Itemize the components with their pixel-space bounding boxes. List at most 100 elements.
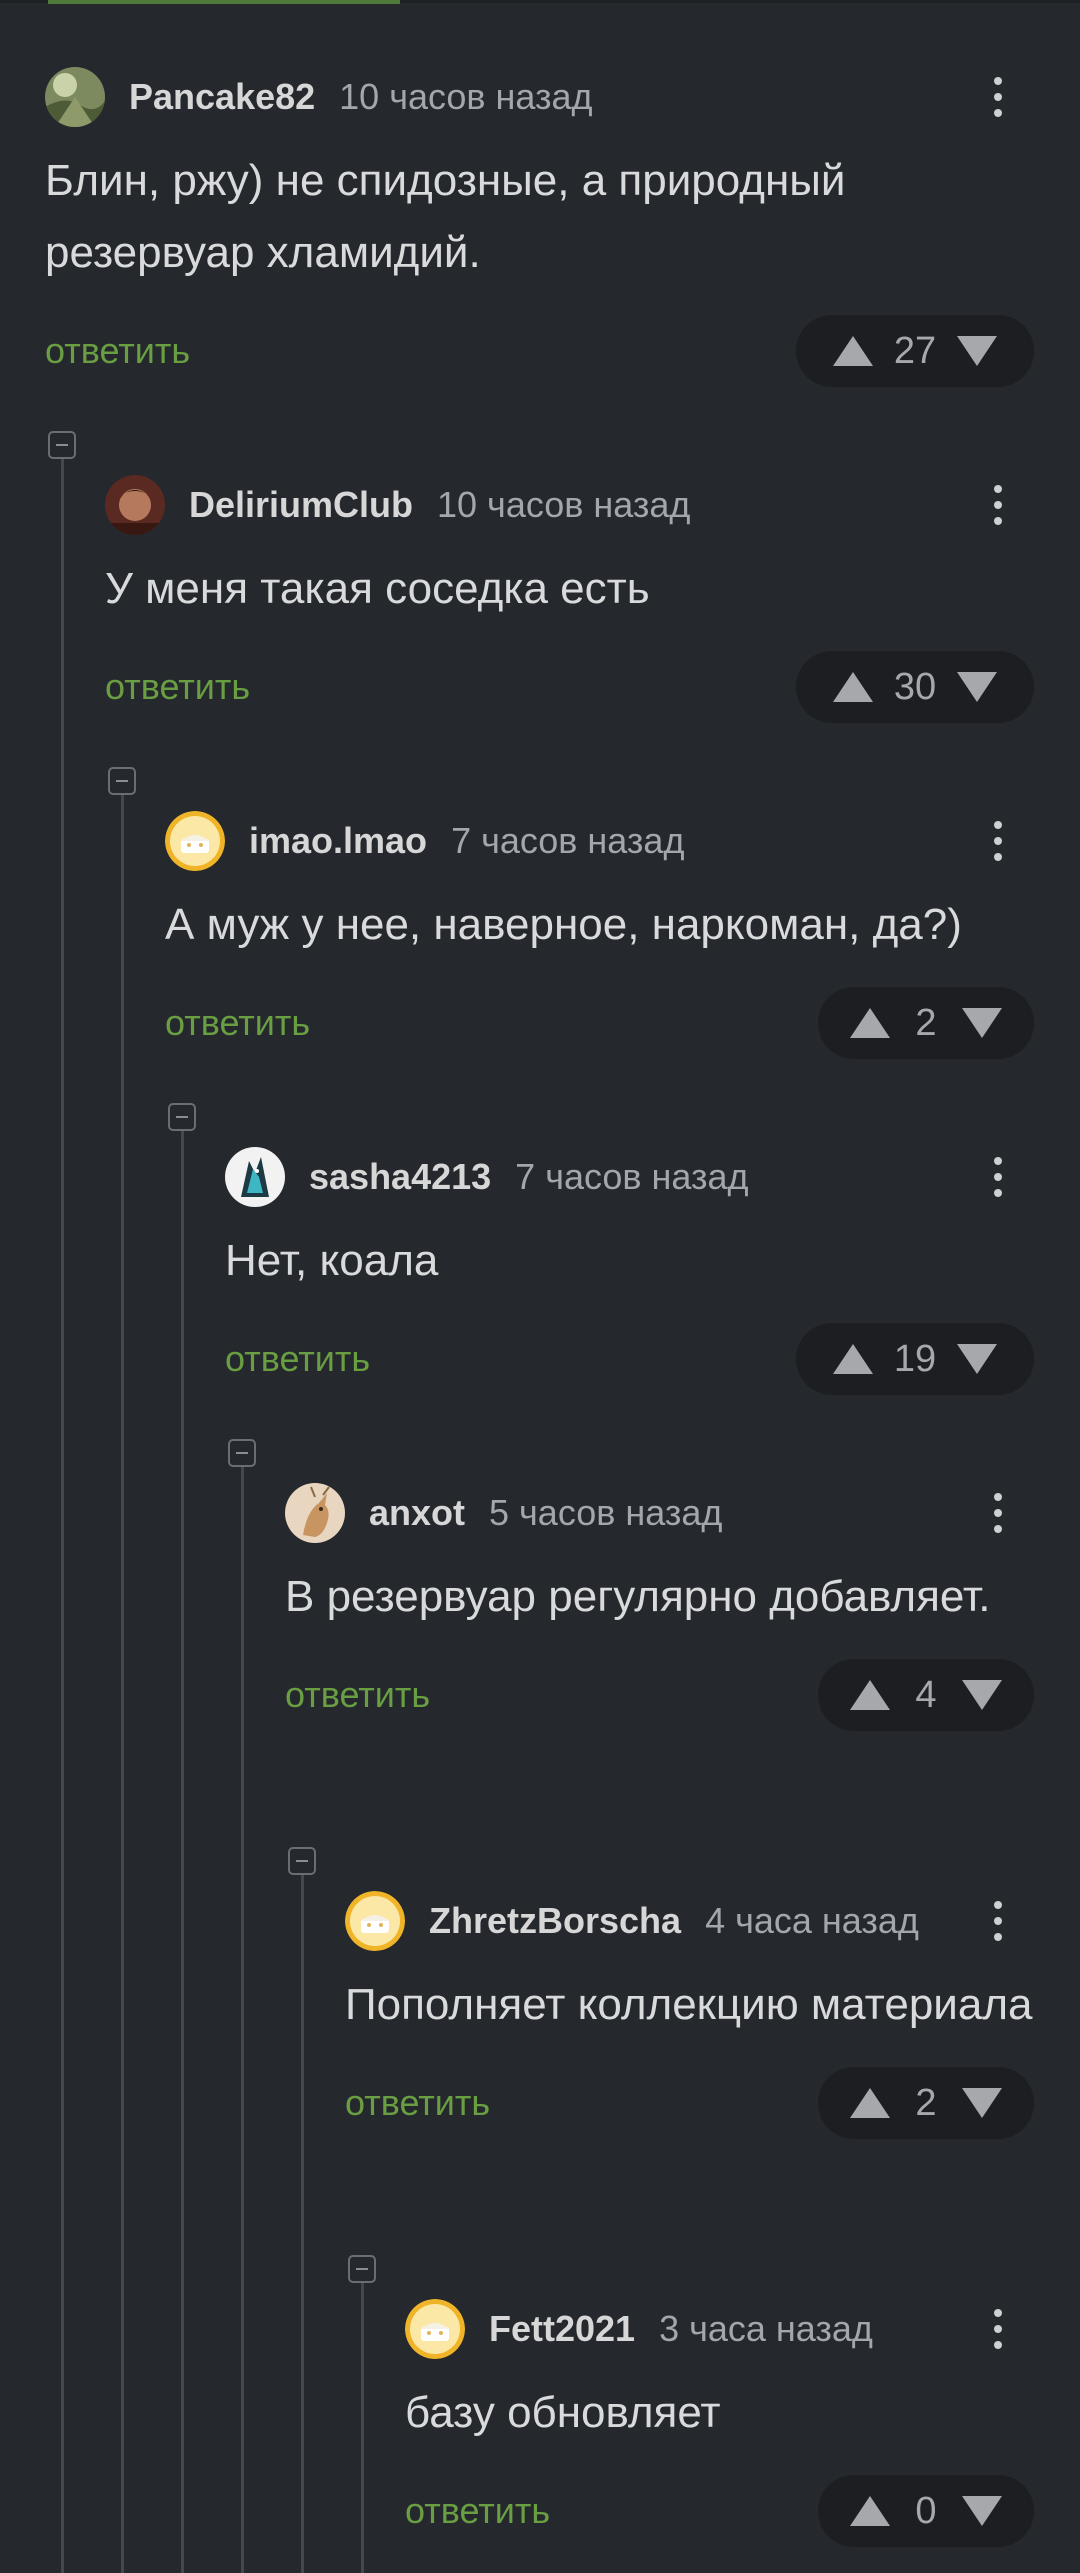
timestamp[interactable]: 3 часа назад xyxy=(659,2308,873,2350)
upvote-icon[interactable] xyxy=(832,335,874,367)
username[interactable]: sasha4213 xyxy=(309,1156,491,1198)
avatar[interactable] xyxy=(345,1891,405,1951)
comment-header: Fett2021 3 часа назад xyxy=(405,2299,1034,2359)
username[interactable]: Pancake82 xyxy=(129,76,315,118)
vote-control: 19 xyxy=(796,1323,1034,1395)
comment-header: Pancake82 10 часов назад xyxy=(45,67,1034,127)
vote-control: 27 xyxy=(796,315,1034,387)
comment-text: А муж у нее, наверное, наркоман, да?) xyxy=(165,900,962,949)
timestamp[interactable]: 10 часов назад xyxy=(437,484,690,526)
vote-control: 2 xyxy=(818,987,1034,1059)
comment-footer: ответить 4 xyxy=(285,1659,1034,1731)
downvote-icon[interactable] xyxy=(961,2495,1003,2527)
comment-text: Нет, коала xyxy=(225,1236,439,1285)
avatar[interactable] xyxy=(285,1483,345,1543)
downvote-icon[interactable] xyxy=(956,1343,998,1375)
reply-button[interactable]: ответить xyxy=(225,1338,370,1380)
vote-control: 0 xyxy=(818,2475,1034,2547)
reply-button[interactable]: ответить xyxy=(105,666,250,708)
vote-control: 2 xyxy=(818,2067,1034,2139)
comment-footer: ответить 2 xyxy=(345,2067,1034,2139)
comment-footer: ответить 30 xyxy=(105,651,1034,723)
comment-text: У меня такая соседка есть xyxy=(105,564,650,613)
comment: imao.lmao 7 часов назад А муж у нее, нав… xyxy=(165,811,1034,1059)
avatar[interactable] xyxy=(405,2299,465,2359)
vote-control: 30 xyxy=(796,651,1034,723)
timestamp[interactable]: 7 часов назад xyxy=(451,820,684,862)
more-options-icon[interactable] xyxy=(980,2299,1016,2359)
thread-line xyxy=(361,2283,364,2573)
comment: sasha4213 7 часов назад Нет, коала ответ… xyxy=(225,1147,1034,1395)
more-options-icon[interactable] xyxy=(980,811,1016,871)
more-options-icon[interactable] xyxy=(980,1483,1016,1543)
comment-header: imao.lmao 7 часов назад xyxy=(165,811,1034,871)
upvote-icon[interactable] xyxy=(832,1343,874,1375)
more-options-icon[interactable] xyxy=(980,67,1016,127)
comment: Fett2021 3 часа назад базу обновляет отв… xyxy=(405,2299,1034,2547)
timestamp[interactable]: 4 часа назад xyxy=(705,1900,919,1942)
downvote-icon[interactable] xyxy=(956,671,998,703)
timestamp[interactable]: 5 часов назад xyxy=(489,1492,722,1534)
comment: DeliriumClub 10 часов назад У меня такая… xyxy=(105,475,1034,723)
vote-count: 4 xyxy=(915,1673,937,1716)
upvote-icon[interactable] xyxy=(849,1007,891,1039)
collapse-thread-button[interactable] xyxy=(228,1439,256,1467)
comment-footer: ответить 2 xyxy=(165,987,1034,1059)
collapse-thread-button[interactable] xyxy=(168,1103,196,1131)
vote-count: 27 xyxy=(893,329,937,372)
username[interactable]: imao.lmao xyxy=(249,820,427,862)
upvote-icon[interactable] xyxy=(849,2495,891,2527)
reply-button[interactable]: ответить xyxy=(405,2490,550,2532)
upvote-icon[interactable] xyxy=(849,2087,891,2119)
collapse-thread-button[interactable] xyxy=(348,2255,376,2283)
avatar[interactable] xyxy=(225,1147,285,1207)
comment: anxot 5 часов назад В резервуар регулярн… xyxy=(285,1483,1034,1731)
thread-line xyxy=(121,795,124,2573)
downvote-icon[interactable] xyxy=(961,1007,1003,1039)
timestamp[interactable]: 10 часов назад xyxy=(339,76,592,118)
reply-button[interactable]: ответить xyxy=(165,1002,310,1044)
downvote-icon[interactable] xyxy=(961,2087,1003,2119)
comment-text: базу обновляет xyxy=(405,2388,721,2437)
upvote-icon[interactable] xyxy=(832,671,874,703)
reply-button[interactable]: ответить xyxy=(345,2082,490,2124)
username[interactable]: ZhretzBorscha xyxy=(429,1900,681,1942)
avatar[interactable] xyxy=(45,67,105,127)
comment: Pancake82 10 часов назад Блин, ржу) не с… xyxy=(45,67,1034,387)
vote-count: 2 xyxy=(915,1001,937,1044)
username[interactable]: anxot xyxy=(369,1492,465,1534)
downvote-icon[interactable] xyxy=(961,1679,1003,1711)
collapse-thread-button[interactable] xyxy=(108,767,136,795)
comment-header: anxot 5 часов назад xyxy=(285,1483,1034,1543)
more-options-icon[interactable] xyxy=(980,475,1016,535)
avatar[interactable] xyxy=(165,811,225,871)
upvote-icon[interactable] xyxy=(849,1679,891,1711)
more-options-icon[interactable] xyxy=(980,1147,1016,1207)
thread-line xyxy=(301,1875,304,2573)
downvote-icon[interactable] xyxy=(956,335,998,367)
comment-header: DeliriumClub 10 часов назад xyxy=(105,475,1034,535)
username[interactable]: DeliriumClub xyxy=(189,484,413,526)
comment-footer: ответить 0 xyxy=(405,2475,1034,2547)
comment-text: В резервуар регулярно добавляет. xyxy=(285,1572,991,1621)
comment-header: ZhretzBorscha 4 часа назад xyxy=(345,1891,1034,1951)
reply-button[interactable]: ответить xyxy=(285,1674,430,1716)
vote-count: 19 xyxy=(893,1337,937,1380)
timestamp[interactable]: 7 часов назад xyxy=(515,1156,748,1198)
comment-header: sasha4213 7 часов назад xyxy=(225,1147,1034,1207)
vote-count: 2 xyxy=(915,2081,937,2124)
thread-line xyxy=(241,1467,244,2573)
more-options-icon[interactable] xyxy=(980,1891,1016,1951)
thread-line xyxy=(181,1131,184,2573)
comment-footer: ответить 19 xyxy=(225,1323,1034,1395)
vote-control: 4 xyxy=(818,1659,1034,1731)
thread-line xyxy=(61,459,64,2573)
collapse-thread-button[interactable] xyxy=(288,1847,316,1875)
avatar[interactable] xyxy=(105,475,165,535)
username[interactable]: Fett2021 xyxy=(489,2308,635,2350)
comment: ZhretzBorscha 4 часа назад Пополняет кол… xyxy=(345,1891,1034,2139)
vote-count: 0 xyxy=(915,2489,937,2532)
reply-button[interactable]: ответить xyxy=(45,330,190,372)
comment-text: Пополняет коллекцию материала xyxy=(345,1980,1033,2029)
collapse-thread-button[interactable] xyxy=(48,431,76,459)
